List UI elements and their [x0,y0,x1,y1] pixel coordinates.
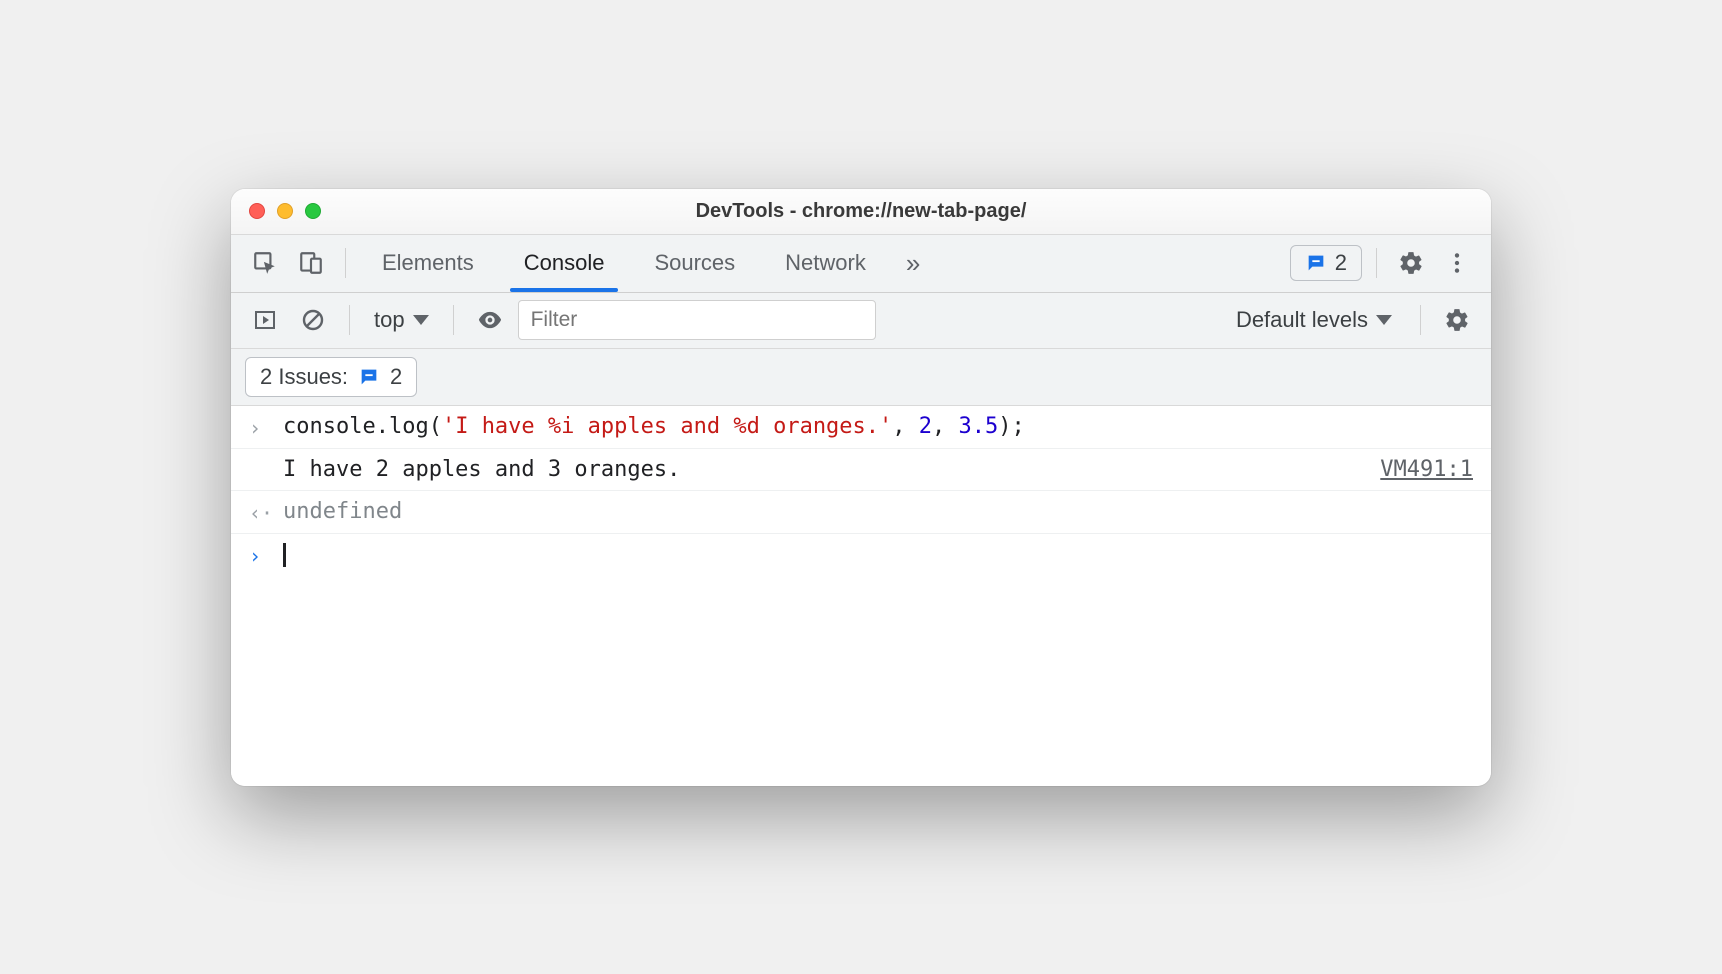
clear-console-icon[interactable] [293,300,333,340]
return-marker-icon: ‹· [249,499,283,525]
issues-row: 2 Issues: 2 [231,349,1491,406]
toggle-drawer-icon[interactable] [245,300,285,340]
issue-icon [358,366,380,388]
console-return-value: undefined [283,499,1473,524]
issues-badge[interactable]: 2 [1290,245,1362,281]
tab-sources[interactable]: Sources [632,234,757,292]
token-sep: , [932,414,959,439]
console-body: › console.log('I have %i apples and %d o… [231,406,1491,786]
source-link[interactable]: VM491:1 [1366,457,1473,482]
input-marker-icon: › [249,414,283,440]
issues-chip[interactable]: 2 Issues: 2 [245,357,417,397]
divider [1420,305,1421,335]
token-number: 2 [919,414,932,439]
console-return-row: ‹· undefined [231,491,1491,534]
issue-icon [1305,252,1327,274]
log-level-label: Default levels [1236,307,1368,333]
divider [345,248,346,278]
output-gutter [249,457,283,459]
token-call: console.log( [283,414,442,439]
divider [349,305,350,335]
more-options-icon[interactable] [1437,243,1477,283]
console-input-expression[interactable]: console.log('I have %i apples and %d ora… [283,414,1473,439]
console-output-row: I have 2 apples and 3 oranges. VM491:1 [231,449,1491,491]
console-prompt-input[interactable] [283,542,1473,567]
settings-icon[interactable] [1391,243,1431,283]
filter-input[interactable] [518,300,876,340]
device-toggle-icon[interactable] [291,243,331,283]
chevron-down-icon [413,315,429,325]
devtools-window: DevTools - chrome://new-tab-page/ Elemen… [231,189,1491,786]
console-settings-icon[interactable] [1437,300,1477,340]
token-number: 3.5 [959,414,999,439]
token-string: 'I have %i apples and %d oranges.' [442,414,892,439]
divider [1376,248,1377,278]
live-expression-icon[interactable] [470,300,510,340]
titlebar: DevTools - chrome://new-tab-page/ [231,189,1491,235]
console-toolbar: top Default levels [231,293,1491,349]
console-input-row: › console.log('I have %i apples and %d o… [231,406,1491,449]
console-prompt-row[interactable]: › [231,534,1491,576]
issues-chip-label: 2 Issues: [260,364,348,390]
token-suffix: ); [998,414,1025,439]
inspect-icon[interactable] [245,243,285,283]
token-sep: , [892,414,919,439]
issues-chip-count: 2 [390,364,402,390]
context-selector[interactable]: top [366,307,437,333]
log-level-selector[interactable]: Default levels [1224,307,1404,333]
tab-console[interactable]: Console [502,234,627,292]
window-title: DevTools - chrome://new-tab-page/ [231,200,1491,223]
issues-badge-count: 2 [1335,250,1347,276]
text-cursor [283,543,286,567]
divider [453,305,454,335]
more-tabs-button[interactable]: » [894,248,932,279]
tab-network[interactable]: Network [763,234,888,292]
tab-elements[interactable]: Elements [360,234,496,292]
prompt-marker-icon: › [249,542,283,568]
main-tabbar: Elements Console Sources Network » 2 [231,235,1491,293]
console-output-text: I have 2 apples and 3 oranges. [283,457,1366,482]
context-label: top [374,307,405,333]
chevron-down-icon [1376,315,1392,325]
